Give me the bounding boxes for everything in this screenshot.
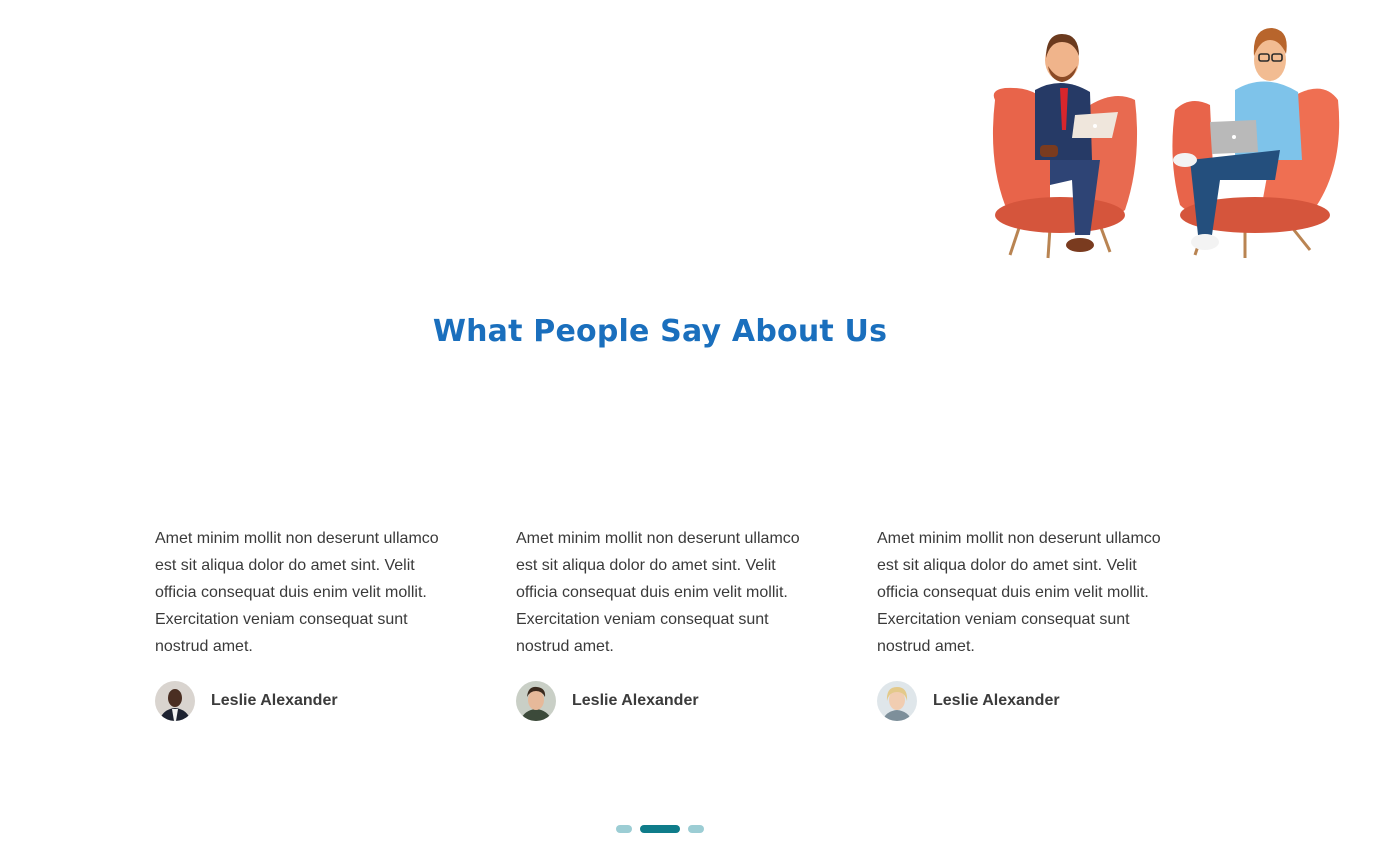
testimonial-quote: Amet minim mollit non deserunt ullamco e… [877, 530, 1161, 655]
testimonials-page: What People Say About Us Amet minim moll… [0, 0, 1376, 864]
testimonial-card: Amet minim mollit non deserunt ullamco e… [877, 525, 1167, 721]
section-title: What People Say About Us [432, 314, 888, 349]
avatar [155, 681, 195, 721]
testimonial-author: Leslie Alexander [516, 681, 699, 721]
carousel-pagination [616, 825, 704, 833]
testimonial-quote: Amet minim mollit non deserunt ullamco e… [155, 530, 439, 655]
testimonial-author: Leslie Alexander [877, 681, 1060, 721]
testimonial-card: Amet minim mollit non deserunt ullamco e… [155, 525, 445, 721]
person-photo-icon [516, 681, 556, 721]
pagination-dot-2-active[interactable] [640, 825, 680, 833]
testimonial-author: Leslie Alexander [155, 681, 338, 721]
pagination-dot-3[interactable] [688, 825, 704, 833]
avatar [516, 681, 556, 721]
author-name: Leslie Alexander [933, 692, 1060, 709]
author-name: Leslie Alexander [211, 692, 338, 709]
testimonial-quote: Amet minim mollit non deserunt ullamco e… [516, 530, 800, 655]
author-name: Leslie Alexander [572, 692, 699, 709]
pagination-dot-1[interactable] [616, 825, 632, 833]
people-in-armchairs-illustration [992, 28, 1340, 259]
person-photo-icon [155, 681, 195, 721]
avatar [877, 681, 917, 721]
testimonial-card: Amet minim mollit non deserunt ullamco e… [516, 525, 806, 721]
person-photo-icon [877, 681, 917, 721]
